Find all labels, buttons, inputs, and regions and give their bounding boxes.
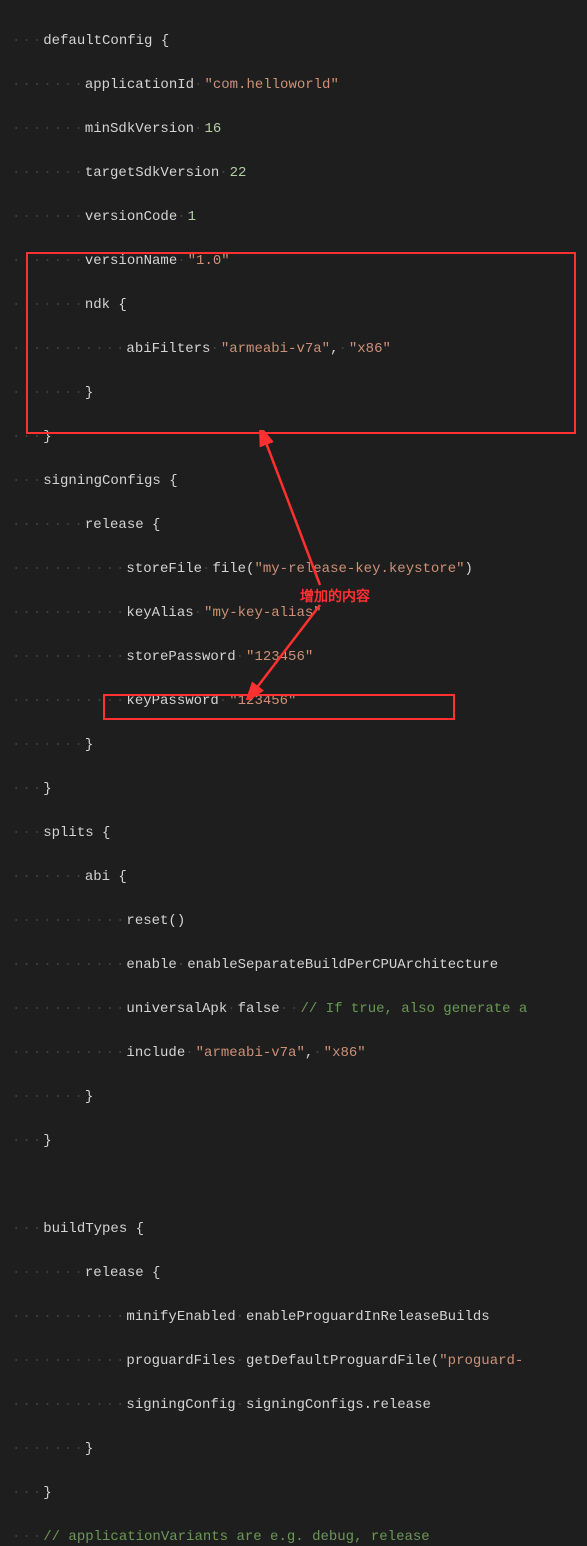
build-types-header: buildTypes { — [43, 1221, 144, 1237]
key-alias-key: keyAlias — [126, 605, 193, 621]
splits-header: splits { — [43, 825, 110, 841]
version-code-key: versionCode — [85, 209, 177, 225]
min-sdk-val: 16 — [204, 121, 221, 137]
minify-enabled-val: enableProguardInReleaseBuilds — [246, 1309, 490, 1325]
signing-config-val: signingConfigs.release — [246, 1397, 431, 1413]
store-file-key: storeFile — [126, 561, 202, 577]
build-types-release: release { — [85, 1265, 161, 1281]
universal-apk-comment: // If true, also generate a — [300, 1001, 527, 1017]
key-password-val: "123456" — [229, 693, 296, 709]
version-name-key: versionName — [85, 253, 177, 269]
annotation-label: 增加的内容 — [300, 585, 370, 607]
proguard-files-val: "proguard- — [439, 1353, 523, 1369]
key-alias-val: "my-key-alias" — [204, 605, 322, 621]
version-code-val: 1 — [188, 209, 196, 225]
application-id-val: "com.helloworld" — [204, 77, 338, 93]
close-brace: } — [85, 385, 93, 401]
store-password-key: storePassword — [126, 649, 235, 665]
min-sdk-key: minSdkVersion — [85, 121, 194, 137]
application-id-key: applicationId — [85, 77, 194, 93]
signing-config-key: signingConfig — [126, 1397, 235, 1413]
default-config-header: defaultConfig { — [43, 33, 169, 49]
include-key: include — [126, 1045, 185, 1061]
universal-apk-val: false — [238, 1001, 280, 1017]
version-name-val: "1.0" — [188, 253, 230, 269]
signing-configs-header: signingConfigs { — [43, 473, 177, 489]
release-header: release { — [85, 517, 161, 533]
minify-enabled-key: minifyEnabled — [126, 1309, 235, 1325]
enable-val: enableSeparateBuildPerCPUArchitecture — [187, 957, 498, 973]
key-password-key: keyPassword — [126, 693, 218, 709]
target-sdk-val: 22 — [230, 165, 247, 181]
store-file-val: "my-release-key.keystore" — [254, 561, 464, 577]
abi-header: abi { — [85, 869, 127, 885]
code-editor[interactable]: ···defaultConfig { ·······applicationId·… — [0, 0, 587, 1546]
ndk-key: ndk { — [85, 297, 127, 313]
application-variants-comment: // applicationVariants are e.g. debug, r… — [43, 1529, 429, 1545]
reset-call: reset() — [126, 913, 185, 929]
target-sdk-key: targetSdkVersion — [85, 165, 219, 181]
store-password-val: "123456" — [246, 649, 313, 665]
universal-apk-key: universalApk — [126, 1001, 227, 1017]
abi-filters-key: abiFilters — [126, 341, 210, 357]
proguard-files-key: proguardFiles — [126, 1353, 235, 1369]
enable-key: enable — [126, 957, 176, 973]
